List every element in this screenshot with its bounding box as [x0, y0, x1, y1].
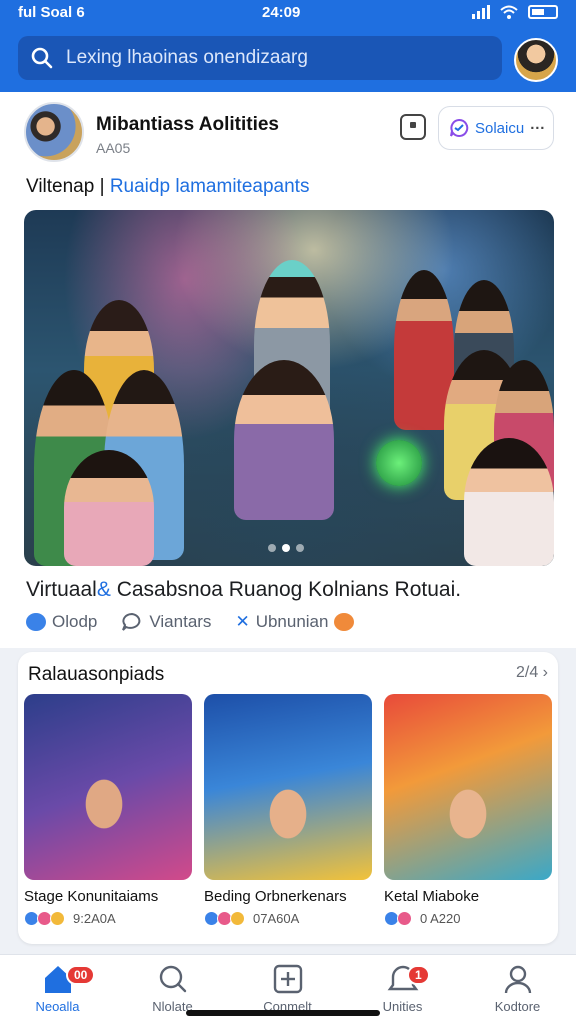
notification-badge: 1: [407, 965, 430, 985]
status-icons: [472, 5, 558, 19]
headline-prefix: Viltenap |: [26, 176, 105, 197]
glow-orb: [376, 440, 422, 486]
like-label: Olodp: [52, 612, 98, 631]
carousel-dots[interactable]: [268, 544, 304, 552]
share-button[interactable]: ✕ Ubnunian: [235, 612, 355, 632]
recommendations-pager[interactable]: 2/4 ›: [516, 664, 548, 682]
tab-profile[interactable]: Kodtore: [460, 963, 575, 1014]
wifi-icon: [500, 5, 518, 19]
tile-meta-text: 0 A220: [420, 911, 461, 926]
like-icon: [26, 613, 46, 631]
signal-icon: [472, 5, 490, 19]
tile-meta-text: 07A60A: [253, 911, 300, 926]
image-figure: [464, 438, 554, 566]
follow-label: Solaicu: [475, 119, 525, 137]
comment-button[interactable]: Viantars: [121, 612, 211, 632]
author-name[interactable]: Mibantiass Aolitities: [96, 114, 279, 136]
tab-home[interactable]: Neoalla 00: [0, 963, 115, 1014]
tile-meta: 0 A220: [384, 911, 552, 926]
search-bar[interactable]: [18, 36, 502, 80]
post-subtitle: AA05: [96, 140, 131, 156]
share-icon: ✕: [235, 612, 250, 631]
tab-label: Kodtore: [494, 999, 541, 1014]
smile-icon: [50, 911, 65, 926]
recommendation-tile[interactable]: Beding Orbnerkenars 07A60A: [204, 694, 372, 934]
carousel-dot[interactable]: [296, 544, 304, 552]
post-caption: Virtuaal& Casabsnoa Ruanog Kolnians Rotu…: [26, 578, 461, 602]
post-headline: Viltenap | Ruaidp lamamiteapants: [26, 176, 309, 198]
post-card: Mibantiass Aolitities AA05 Solaicu ··· V…: [0, 92, 576, 648]
tile-meta-text: 9:2A0A: [73, 911, 116, 926]
tile-image: [204, 694, 372, 880]
post-actions: Olodp Viantars ✕ Ubnunian: [26, 612, 355, 632]
tile-meta: 07A60A: [204, 911, 372, 926]
clock: 24:09: [262, 4, 301, 21]
tile-meta: 9:2A0A: [24, 911, 192, 926]
carousel-dot[interactable]: [282, 544, 290, 552]
recommendation-tile[interactable]: Stage Konunitaiams 9:2A0A: [24, 694, 192, 934]
tab-label: Unities: [382, 999, 423, 1014]
author-avatar[interactable]: [24, 102, 84, 162]
user-avatar[interactable]: [514, 38, 558, 82]
create-icon: [273, 964, 302, 994]
tile-image: [24, 694, 192, 880]
comment-icon: [122, 612, 141, 631]
more-icon[interactable]: ···: [530, 120, 545, 137]
tab-search[interactable]: Nlolate: [115, 963, 230, 1014]
heart-icon: [397, 911, 412, 926]
smile-icon: [230, 911, 245, 926]
carrier-label: ful Soal 6: [18, 4, 85, 21]
carousel-dot[interactable]: [268, 544, 276, 552]
notification-badge: 00: [66, 965, 96, 985]
tile-image: [384, 694, 552, 880]
status-bar: ful Soal 6 24:09: [0, 0, 576, 26]
tile-title: Stage Konunitaiams: [24, 888, 159, 905]
search-icon: [159, 965, 186, 993]
save-icon[interactable]: [400, 114, 426, 140]
tile-title: Beding Orbnerkenars: [204, 888, 347, 905]
like-button[interactable]: Olodp: [26, 612, 97, 632]
reaction-emoji-icon: [334, 613, 355, 631]
chevron-right-icon[interactable]: ›: [543, 664, 548, 681]
recommendation-tile[interactable]: Ketal Miaboke 0 A220: [384, 694, 552, 934]
caption-prefix: Virtuaal: [26, 578, 97, 601]
tile-title: Ketal Miaboke: [384, 888, 480, 905]
profile-icon: [504, 965, 531, 994]
image-figure: [234, 360, 334, 520]
share-label: Ubnunian: [255, 612, 329, 631]
tab-create[interactable]: Conmelt: [230, 963, 345, 1014]
recommendations-card: Ralauasonpiads 2/4 › Stage Konunitaiams …: [18, 652, 558, 944]
tab-label: Neoalla: [35, 999, 80, 1014]
battery-icon: [528, 5, 558, 19]
post-image-carousel[interactable]: [24, 210, 554, 566]
tab-notifications[interactable]: Unities 1: [345, 963, 460, 1014]
caption-text: Casabsnoa Ruanog Kolnians Rotuai.: [116, 578, 462, 601]
pager-count: 2/4: [515, 664, 539, 681]
search-input[interactable]: [66, 47, 486, 69]
top-header: ful Soal 6 24:09: [0, 0, 576, 92]
chat-bubble-icon: [450, 118, 469, 137]
search-icon: [18, 46, 66, 70]
headline-highlight[interactable]: Ruaidp lamamiteapants: [110, 176, 310, 197]
paint-emoji-icon: &: [96, 578, 111, 601]
recommendations-title: Ralauasonpiads: [28, 664, 165, 685]
image-figure: [64, 450, 154, 566]
comment-label: Viantars: [149, 612, 212, 631]
home-indicator: [186, 1010, 380, 1016]
follow-button[interactable]: Solaicu ···: [438, 106, 554, 150]
